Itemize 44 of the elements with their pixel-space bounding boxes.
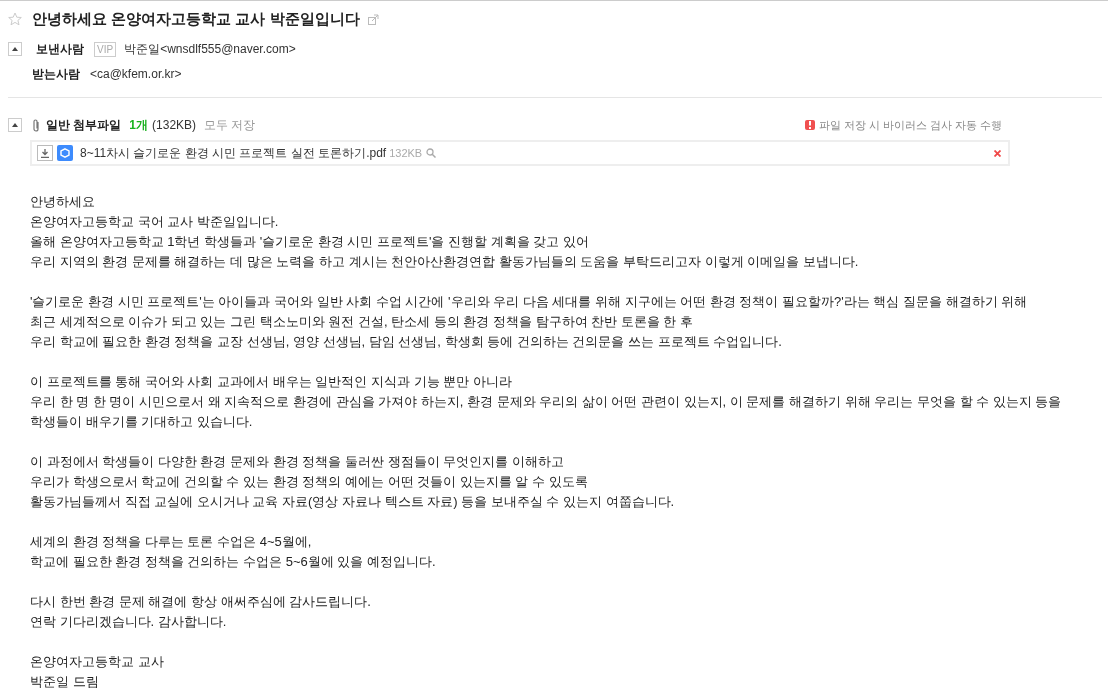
body-text-line: 우리 한 명 한 명이 시민으로서 왜 지속적으로 환경에 관심을 가져야 하는지, 환경 문제와 우리의 삶이 어떤 관련이 있는지, 이 문제를 해결하기 위해 우리는 무엇을 할 수 있는지 등을 (30, 393, 1062, 411)
body-text-line: 이 프로젝트를 통해 국어와 사회 교과에서 배우는 일반적인 지식과 기능 뿐만 아니라 (30, 373, 512, 391)
body-text-line: 활동가님들께서 직접 교실에 오시거나 교육 자료(영상 자료나 텍스트 자료) 등을 보내주실 수 있는지 여쭙습니다. (30, 493, 675, 511)
sender-label: 보낸사람 (36, 41, 84, 58)
attachment-count: 1개 (129, 117, 149, 134)
body-text-line: 연락 기다리겠습니다. 감사합니다. (30, 613, 227, 631)
star-icon[interactable] (8, 12, 22, 26)
recipient-address[interactable]: <ca@kfem.or.kr> (90, 65, 182, 83)
caret-up-icon (12, 47, 18, 51)
paperclip-icon (32, 118, 40, 132)
body-text-line: 세계의 환경 정책을 다루는 토론 수업은 4~5월에, (30, 533, 312, 551)
body-text-line: 박준일 드림 (30, 673, 99, 691)
file-size: 132KB (389, 145, 423, 161)
attachment-size: (132KB) (152, 117, 197, 134)
body-text-line: 이 과정에서 학생들이 다양한 환경 문제와 환경 정책을 둘러싼 쟁점들이 무엇인지를 이해하고 (30, 453, 564, 471)
body-text-line: 최근 세계적으로 이슈가 되고 있는 그린 택소노미와 원전 건설, 탄소세 등의 환경 정책을 탐구하여 찬반 토론을 한 후 (30, 313, 693, 331)
sender-address[interactable]: 박준일<wnsdlf555@naver.com> (124, 40, 296, 58)
download-icon (41, 148, 49, 158)
body-text-line: 다시 한번 환경 문제 해결에 항상 애써주심에 감사드립니다. (30, 593, 371, 611)
close-icon[interactable] (994, 149, 1001, 157)
warning-icon (804, 120, 815, 130)
cube-icon[interactable] (57, 145, 73, 161)
body-text-line: 학교에 필요한 환경 정책을 건의하는 수업은 5~6월에 있을 예정입니다. (30, 553, 436, 571)
body-text-line: 우리 지역의 환경 문제를 해결하는 데 많은 노력을 하고 계시는 천안아산환경연합 활동가님들의 도움을 부탁드리고자 이렇게 이메일을 보냅니다. (30, 253, 859, 271)
vip-badge: VIP (94, 41, 117, 57)
attachment-file-name[interactable]: 8~11차시 슬기로운 환경 시민 프로젝트 실전 토론하기.pdf (80, 144, 387, 162)
collapse-button[interactable] (8, 42, 22, 56)
body-text-line: '슬기로운 환경 시민 프로젝트'는 아이들과 국어와 일반 사회 수업 시간에 '우리와 우리 다음 세대를 위해 지구에는 어떤 환경 정책이 필요할까?'라는 핵심 질문을 해결하기 위해 (30, 293, 1028, 311)
body-text-line: 우리 학교에 필요한 환경 정책을 교장 선생님, 영양 선생님, 담임 선생님, 학생회 등에 건의하는 건의문을 쓰는 프로젝트 수업입니다. (30, 333, 782, 351)
search-icon[interactable] (426, 148, 437, 158)
caret-up-icon (12, 123, 18, 127)
body-text-line: 학생들이 배우기를 기대하고 있습니다. (30, 413, 253, 431)
body-text-line: 우리가 학생으로서 학교에 건의할 수 있는 환경 정책의 예에는 어떤 것들이 있는지를 알 수 있도록 (30, 473, 588, 491)
body-text-line: 온양여자고등학교 국어 교사 박준일입니다. (30, 213, 279, 231)
download-button[interactable] (37, 145, 53, 161)
body-text-line: 올해 온양여자고등학교 1학년 학생들과 '슬기로운 환경 시민 프로젝트'을 진행할 계획을 갖고 있어 (30, 233, 589, 251)
popout-icon[interactable] (367, 13, 379, 25)
body-text-line: 온양여자고등학교 교사 (30, 653, 164, 671)
virus-scan-notice: 파일 저장 시 바이러스 검사 자동 수행 (818, 117, 1002, 133)
recipient-label: 받는사람 (32, 66, 80, 83)
attachment-label: 일반 첨부파일 (46, 117, 122, 134)
body-text-line: 안녕하세요 (30, 193, 95, 211)
email-subject: 안녕하세요 온양여자고등학교 교사 박준일입니다 (32, 8, 360, 29)
collapse-button[interactable] (8, 118, 22, 132)
